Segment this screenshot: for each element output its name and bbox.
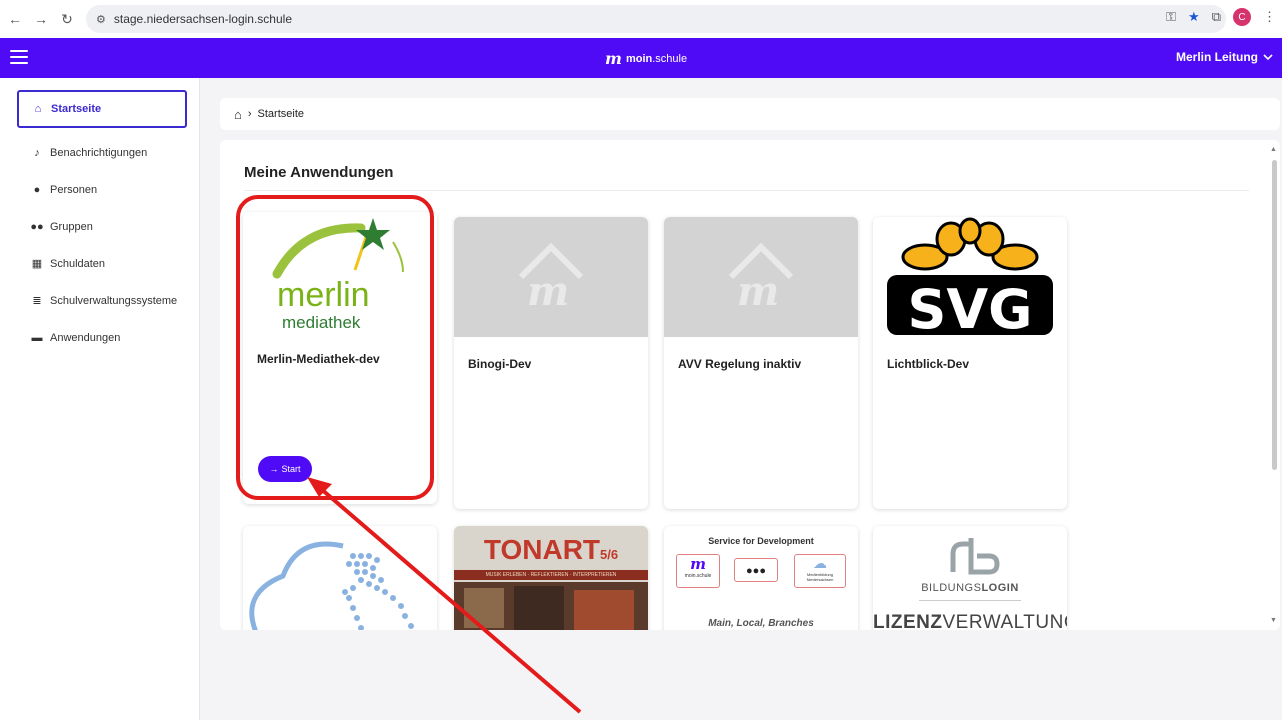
annotation-arrow-icon xyxy=(307,477,582,714)
screen: ← → ↻ ⚙ stage.niedersachsen-login.schule… xyxy=(0,0,1282,720)
